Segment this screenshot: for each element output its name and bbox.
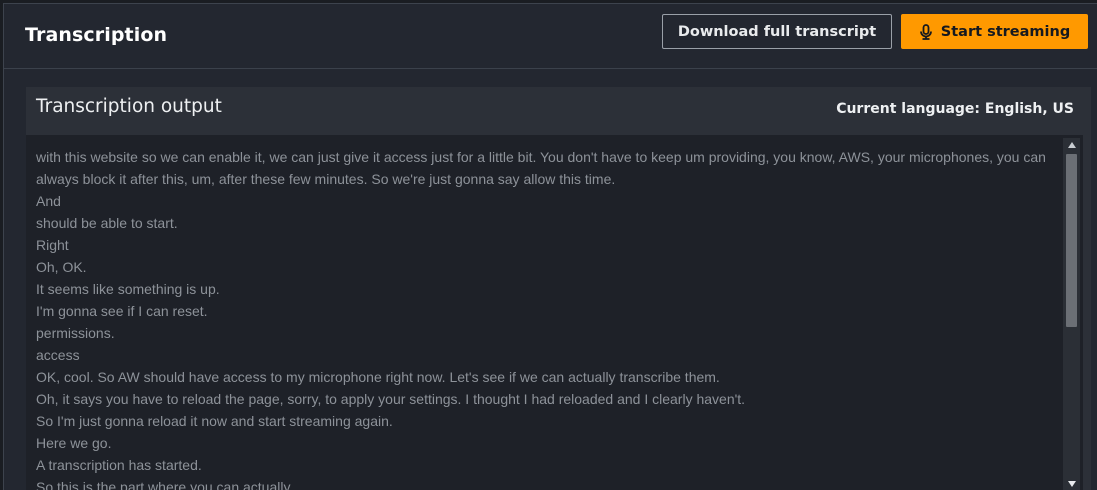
app-frame: Transcription Download full transcript S… bbox=[3, 3, 1097, 490]
transcript-line: And bbox=[36, 193, 61, 209]
panel-title: Transcription output bbox=[36, 96, 222, 117]
transcript-text: with this website so we can enable it, w… bbox=[36, 146, 1056, 490]
transcript-line: So I'm just gonna reload it now and star… bbox=[36, 413, 393, 429]
transcript-line: Here we go. bbox=[36, 435, 112, 451]
transcript-line: access bbox=[36, 347, 80, 363]
transcript-line: Oh, it says you have to reload the page,… bbox=[36, 391, 746, 407]
transcript-line: I'm gonna see if I can reset. bbox=[36, 303, 208, 319]
transcript-line: OK, cool. So AW should have access to my… bbox=[36, 369, 720, 385]
transcription-output-panel: Transcription output Current language: E… bbox=[26, 87, 1091, 490]
scroll-down-arrow-icon[interactable] bbox=[1063, 477, 1080, 490]
microphone-icon bbox=[919, 23, 933, 40]
page-title: Transcription bbox=[25, 24, 168, 46]
transcript-line: A transcription has started. bbox=[36, 457, 202, 473]
scroll-up-arrow-icon[interactable] bbox=[1063, 138, 1080, 152]
transcript-scrollbar[interactable] bbox=[1063, 138, 1080, 490]
start-streaming-label: Start streaming bbox=[940, 23, 1071, 40]
transcript-line: with this website so we can enable it, w… bbox=[36, 149, 1050, 187]
transcript-line: So this is the part where you can actual… bbox=[36, 479, 291, 490]
current-language-label: Current language: English, US bbox=[836, 101, 1074, 117]
start-streaming-button[interactable]: Start streaming bbox=[901, 14, 1088, 49]
transcript-textarea[interactable]: with this website so we can enable it, w… bbox=[26, 135, 1083, 490]
transcript-line: It seems like something is up. bbox=[36, 281, 220, 297]
download-transcript-button[interactable]: Download full transcript bbox=[662, 14, 892, 49]
scrollbar-thumb[interactable] bbox=[1066, 154, 1077, 327]
transcript-line: Oh, OK. bbox=[36, 259, 87, 275]
transcript-line: should be able to start. bbox=[36, 215, 178, 231]
transcript-line: permissions. bbox=[36, 325, 115, 341]
transcript-line: Right bbox=[36, 237, 69, 253]
page-header: Transcription Download full transcript S… bbox=[4, 4, 1097, 69]
